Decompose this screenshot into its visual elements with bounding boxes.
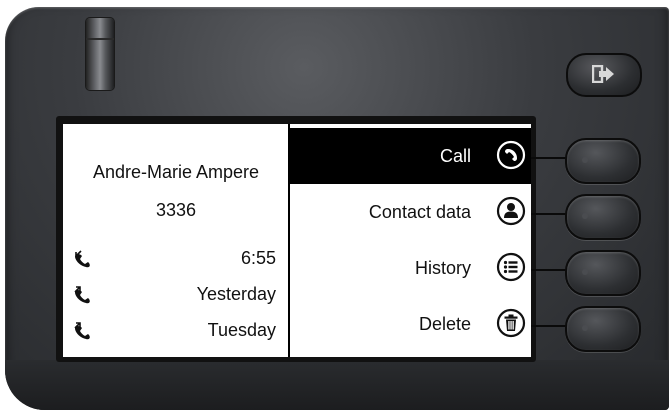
softkey-led bbox=[582, 157, 588, 163]
menu-item-contact-data[interactable]: Contact data bbox=[290, 184, 531, 240]
contact-name: Andre-Marie Ampere bbox=[92, 162, 260, 182]
menu-item-label: Call bbox=[439, 146, 471, 166]
contact-pane: Andre-Marie Ampere 3336 6:55 Yesterday T… bbox=[63, 124, 289, 357]
softkey-led bbox=[582, 269, 588, 275]
incoming-call-icon bbox=[75, 250, 90, 268]
exit-button[interactable] bbox=[566, 53, 642, 97]
softkey-connector bbox=[531, 269, 569, 271]
history-row: Yesterday bbox=[63, 284, 276, 308]
history-time: Yesterday bbox=[196, 284, 276, 304]
softkey-1[interactable] bbox=[565, 138, 641, 184]
contact-number: 3336 bbox=[155, 200, 197, 220]
softkey-connector bbox=[531, 157, 569, 159]
outgoing-call-icon bbox=[74, 286, 90, 304]
menu-item-label: Contact data bbox=[368, 202, 471, 222]
menu-item-label: Delete bbox=[418, 314, 471, 334]
menu-item-history[interactable]: History bbox=[290, 240, 531, 296]
handset-icon bbox=[496, 140, 526, 170]
history-time: 6:55 bbox=[240, 248, 276, 268]
history-time: Tuesday bbox=[207, 320, 276, 340]
softkey-led bbox=[582, 213, 588, 219]
softkey-connector bbox=[531, 213, 569, 215]
outgoing-call-icon bbox=[74, 322, 90, 340]
menu-item-label: History bbox=[414, 258, 471, 278]
history-row: Tuesday bbox=[63, 320, 276, 344]
softkey-connector bbox=[531, 325, 569, 327]
menu-item-delete[interactable]: Delete bbox=[290, 296, 531, 352]
softkey-4[interactable] bbox=[565, 306, 641, 352]
person-icon bbox=[496, 196, 526, 226]
trash-icon bbox=[496, 308, 526, 338]
menu-item-call[interactable]: Call bbox=[290, 128, 531, 184]
softkey-3[interactable] bbox=[565, 250, 641, 296]
context-menu: Call Contact data History Delete bbox=[290, 124, 531, 357]
softkey-led bbox=[582, 325, 588, 331]
phone-lower-edge bbox=[5, 360, 669, 410]
list-icon bbox=[496, 252, 526, 282]
handset-hook bbox=[86, 18, 114, 90]
display-screen: Andre-Marie Ampere 3336 6:55 Yesterday T… bbox=[63, 124, 531, 357]
softkey-2[interactable] bbox=[565, 194, 641, 240]
history-row: 6:55 bbox=[63, 248, 276, 272]
exit-arrow-icon bbox=[592, 65, 614, 83]
